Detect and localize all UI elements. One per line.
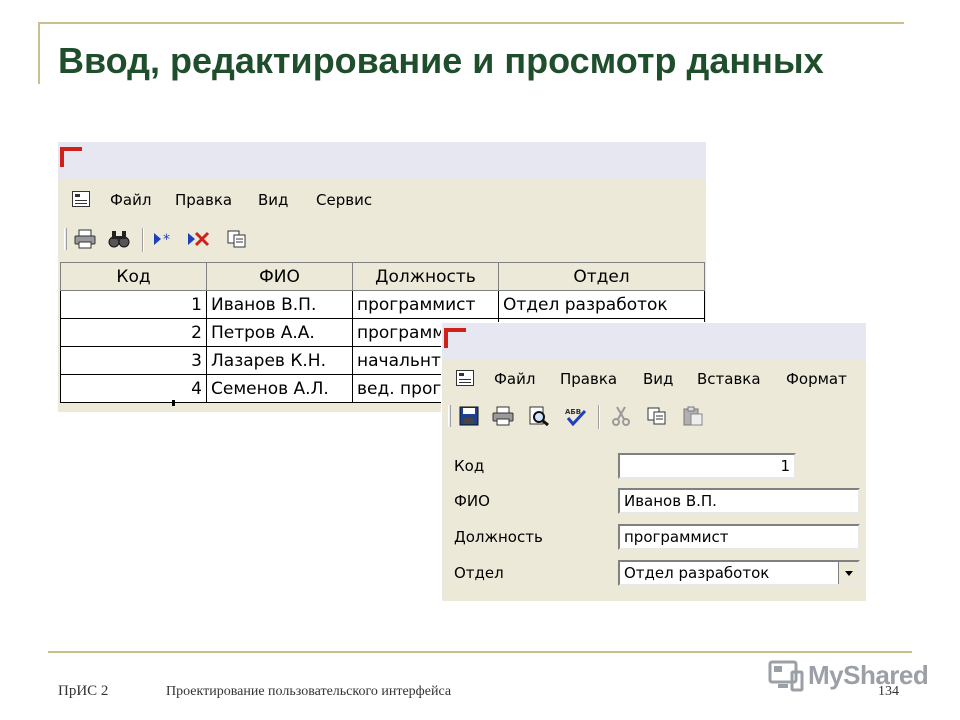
copy-icon[interactable]: [226, 229, 248, 249]
chevron-down-icon[interactable]: [838, 562, 858, 584]
dept-select-value: Отдел разработок: [624, 564, 770, 582]
code-field[interactable]: 1: [618, 453, 796, 479]
save-icon[interactable]: [458, 406, 480, 426]
cell-code[interactable]: 4: [60, 374, 207, 403]
footer-course: ПрИС 2: [58, 683, 109, 699]
menu-file[interactable]: Файл: [494, 370, 535, 388]
cell-name[interactable]: Иванов В.П.: [206, 290, 353, 319]
field-label-name: ФИО: [454, 492, 490, 510]
column-header-dept[interactable]: Отдел: [498, 262, 705, 291]
myshared-logo: MyShared: [768, 658, 929, 694]
dept-select[interactable]: Отдел разработок: [618, 560, 860, 586]
cell-name[interactable]: Лазарев К.Н.: [206, 346, 353, 375]
toolbar-separator: [142, 228, 144, 252]
myshared-logo-icon: [768, 660, 804, 692]
position-field[interactable]: программист: [618, 524, 860, 550]
slide-title: Ввод, редактирование и просмотр данных: [58, 40, 824, 81]
cell-code[interactable]: 1: [60, 290, 207, 319]
toolbar-separator: [598, 405, 600, 429]
slide-left-rule: [38, 22, 40, 84]
cell-code[interactable]: 2: [60, 318, 207, 347]
cell-code[interactable]: 3: [60, 346, 207, 375]
app-corner-icon: [444, 328, 466, 348]
form-window-titlebar[interactable]: [442, 323, 866, 359]
name-field[interactable]: Иванов В.П.: [618, 488, 860, 514]
toolbar-grip[interactable]: [448, 405, 451, 427]
field-label-dept: Отдел: [454, 564, 504, 582]
document-icon[interactable]: [456, 370, 474, 386]
form-window-toolbar: АБВ: [442, 397, 866, 437]
column-header-name[interactable]: ФИО: [206, 262, 353, 291]
copy-icon[interactable]: [646, 406, 668, 426]
toolbar-grip[interactable]: [64, 228, 67, 250]
menu-edit[interactable]: Правка: [560, 370, 617, 388]
delete-record-icon[interactable]: [186, 229, 210, 249]
cell-name[interactable]: Петров А.А.: [206, 318, 353, 347]
footer-rule: [48, 651, 912, 653]
svg-text:*: *: [163, 232, 170, 248]
page-number: 134: [878, 684, 899, 699]
footer-topic: Проектирование пользовательского интерфе…: [166, 684, 452, 699]
cell-dept[interactable]: Отдел разработок: [498, 290, 705, 319]
preview-icon[interactable]: [528, 406, 550, 427]
column-header-position[interactable]: Должность: [352, 262, 499, 291]
table-window-toolbar: *: [58, 220, 706, 258]
column-header-code[interactable]: Код: [60, 262, 207, 291]
svg-text:АБВ: АБВ: [565, 408, 581, 416]
menu-view[interactable]: Вид: [258, 191, 288, 209]
print-icon[interactable]: [74, 229, 96, 249]
spellcheck-icon[interactable]: АБВ: [564, 406, 587, 427]
new-record-icon[interactable]: *: [152, 229, 174, 249]
menu-view[interactable]: Вид: [643, 370, 673, 388]
paste-icon[interactable]: [682, 406, 704, 426]
table-window-menubar: Файл Правка Вид Сервис: [58, 180, 706, 220]
new-row-marker: [172, 400, 175, 406]
table-header-row: Код ФИО Должность Отдел: [60, 262, 705, 291]
slide-top-rule: [38, 22, 904, 24]
form-window: Файл Правка Вид Вставка Формат АБВ Код 1: [442, 323, 866, 601]
document-icon[interactable]: [72, 191, 90, 207]
find-icon[interactable]: [108, 229, 130, 249]
myshared-logo-text: MyShared: [808, 660, 929, 690]
table-row[interactable]: 1 Иванов В.П. программист Отдел разработ…: [60, 290, 705, 319]
form-window-menubar: Файл Правка Вид Вставка Формат: [442, 359, 866, 397]
menu-edit[interactable]: Правка: [175, 191, 232, 209]
field-label-position: Должность: [454, 528, 543, 546]
print-icon[interactable]: [492, 406, 514, 426]
field-label-code: Код: [454, 457, 485, 475]
app-corner-icon: [60, 147, 82, 167]
cell-position[interactable]: программист: [352, 290, 499, 319]
menu-format[interactable]: Формат: [786, 370, 847, 388]
table-window-titlebar[interactable]: [58, 142, 706, 180]
menu-insert[interactable]: Вставка: [697, 370, 761, 388]
menu-file[interactable]: Файл: [110, 191, 151, 209]
cut-icon[interactable]: [610, 406, 632, 426]
menu-service[interactable]: Сервис: [316, 191, 372, 209]
cell-name[interactable]: Семенов А.Л.: [206, 374, 353, 403]
